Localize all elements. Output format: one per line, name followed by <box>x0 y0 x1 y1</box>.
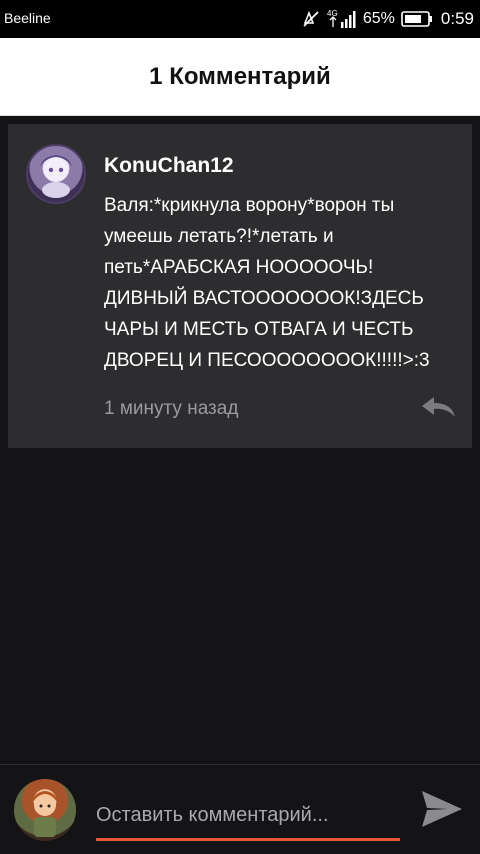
comment-text: Валя:*крикнула ворону*ворон ты умеешь ле… <box>104 195 430 371</box>
comment-item: KonuChan12 Валя:*крикнула ворону*ворон т… <box>8 124 472 448</box>
battery-percent: 65% <box>362 10 395 27</box>
clock: 0:59 <box>440 9 474 28</box>
anime-avatar-icon <box>40 155 72 198</box>
reply-icon[interactable] <box>420 394 458 420</box>
comment-composer <box>0 764 480 854</box>
cartoon-avatar-icon <box>32 791 58 837</box>
network-type: 4G <box>327 9 338 18</box>
input-underline <box>96 838 400 841</box>
status-icons: 4G 65% 0:59 <box>301 8 474 30</box>
comment-timestamp: 1 минуту назад <box>104 398 239 419</box>
user-avatar[interactable] <box>14 779 76 841</box>
carrier-name: Beeline <box>4 10 51 26</box>
page-title: 1 Комментарий <box>149 62 331 90</box>
avatar[interactable] <box>26 144 86 204</box>
comment-input[interactable] <box>96 795 400 835</box>
signal-icon: 4G <box>327 8 357 30</box>
send-icon <box>422 791 462 827</box>
battery-icon <box>401 10 433 28</box>
send-button[interactable] <box>418 787 466 831</box>
mute-icon <box>301 9 321 29</box>
status-bar: Beeline 4G 65% 0:59 <box>0 0 480 38</box>
comment-username[interactable]: KonuChan12 <box>104 154 234 178</box>
comments-header: 1 Комментарий <box>0 38 480 116</box>
